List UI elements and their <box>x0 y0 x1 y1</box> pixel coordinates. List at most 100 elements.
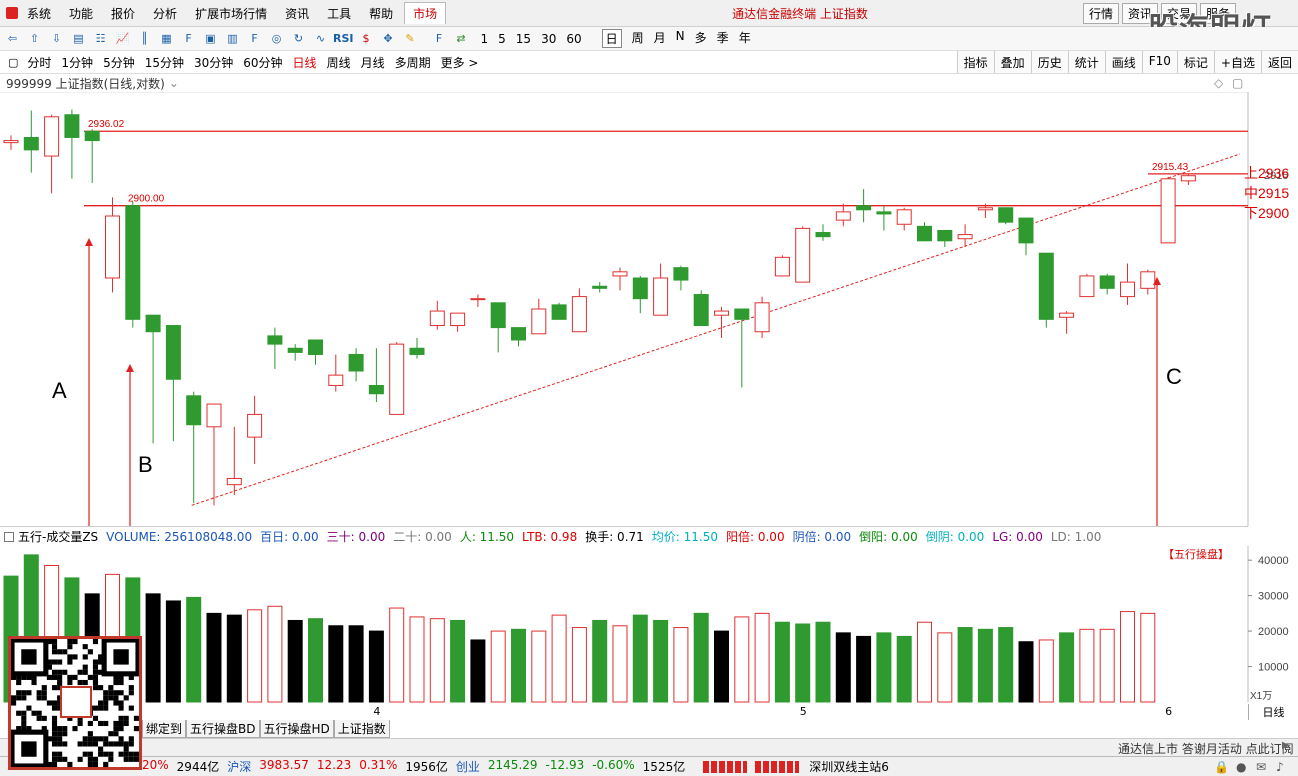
top-right-button[interactable]: 行情 <box>1083 2 1120 24</box>
menu-item[interactable]: 分析 <box>144 5 186 22</box>
move-icon[interactable]: ✥ <box>379 30 398 48</box>
quote-icon[interactable]: ☷ <box>91 30 110 48</box>
menu-item[interactable]: 扩展市场行情 <box>186 5 276 22</box>
ring-icon[interactable]: ◎ <box>267 30 286 48</box>
collapse-icon[interactable] <box>4 531 14 542</box>
line-chart-icon[interactable]: 📈 <box>113 30 132 48</box>
period-tab[interactable]: 多周期 <box>390 54 436 71</box>
pencil-icon[interactable]: ✎ <box>401 30 420 48</box>
period-tab[interactable]: 周线 <box>322 54 356 71</box>
period-minutes-button[interactable]: 5 <box>498 32 506 46</box>
period-tab[interactable]: 5分钟 <box>98 54 140 71</box>
period-button[interactable]: N <box>676 29 685 48</box>
period-button[interactable]: 月 <box>654 29 666 48</box>
period-tab[interactable]: 60分钟 <box>238 54 287 71</box>
frame-icon[interactable]: ▢ <box>1232 76 1243 90</box>
refresh-icon[interactable]: ↻ <box>289 30 308 48</box>
up-arrow-icon[interactable]: ⇧ <box>25 30 44 48</box>
indicator-value: 人: 11.50 <box>459 530 515 544</box>
menu-item[interactable]: 资讯 <box>276 5 318 22</box>
period-minutes-button[interactable]: 1 <box>481 32 489 46</box>
menu-item[interactable]: 工具 <box>318 5 360 22</box>
period-tab[interactable]: 分时 <box>22 54 56 71</box>
down-arrow-icon[interactable]: ⇩ <box>47 30 66 48</box>
period-minutes-button[interactable]: 15 <box>516 32 531 46</box>
volume-bar <box>1079 628 1095 703</box>
bottom-tab[interactable]: 五行操盘HD <box>259 720 334 738</box>
candle-body <box>3 140 19 144</box>
rsi-button[interactable]: RSI <box>333 30 354 48</box>
calc-icon[interactable]: ▥ <box>223 30 242 48</box>
period-button[interactable]: 周 <box>632 29 644 48</box>
kline-icon[interactable]: ║ <box>135 30 154 48</box>
right-tab[interactable]: 返回 <box>1260 51 1298 73</box>
period-minutes-button[interactable]: 60 <box>566 32 581 46</box>
scroll-right-icon[interactable]: ▶ <box>1282 740 1290 751</box>
period-button[interactable]: 年 <box>739 29 751 48</box>
period-minutes-button[interactable]: 30 <box>541 32 556 46</box>
volume-chart[interactable]: 10000 20000 30000 40000 X1万 【五行操盘】 <box>0 546 1298 704</box>
right-tab[interactable]: 叠加 <box>993 51 1031 73</box>
fz-icon[interactable]: F <box>245 30 264 48</box>
mail-icon[interactable]: ✉ <box>1256 760 1266 774</box>
candle-body <box>754 302 770 333</box>
lock-icon[interactable]: 🔒 <box>1214 760 1229 774</box>
volume-bar <box>876 632 892 703</box>
menu-item[interactable]: 帮助 <box>360 5 402 22</box>
f5-icon[interactable]: F <box>430 30 449 48</box>
candle-body <box>490 302 506 329</box>
period-button[interactable]: 日 <box>601 29 622 48</box>
right-tab[interactable]: 指标 <box>956 51 994 73</box>
vol-unit-label: X1万 <box>1250 691 1272 702</box>
menu-item[interactable]: 报价 <box>102 5 144 22</box>
news-ticker[interactable]: 通达信上市 答谢月活动 点此订阅 <box>1118 740 1294 757</box>
f10-icon[interactable]: F <box>179 30 198 48</box>
bottom-tab[interactable]: 绑定到 <box>142 720 187 738</box>
wave-icon[interactable]: ∿ <box>311 30 330 48</box>
candle-body <box>409 347 425 355</box>
window-icon[interactable]: ▣ <box>201 30 220 48</box>
diamond-icon[interactable]: ◇ <box>1214 76 1223 90</box>
status-value: 沪深 <box>227 760 252 774</box>
right-tab[interactable]: 统计 <box>1067 51 1105 73</box>
indicator-value: 倒阴: 0.00 <box>925 530 985 544</box>
period-tab[interactable]: 月线 <box>356 54 390 71</box>
panel-toggle-icon[interactable]: ▢ <box>8 56 18 69</box>
bottom-tab[interactable]: 上证指数 <box>333 720 390 738</box>
bell-icon[interactable]: ♪ <box>1276 760 1284 774</box>
menu-bar: 系统 功能 报价 分析 扩展市场行情 资讯 工具 帮助 市场 通达信金融终端 上证指数 行情资… <box>0 0 1298 47</box>
candle-body <box>1018 217 1034 244</box>
period-tab[interactable]: 30分钟 <box>189 54 238 71</box>
dollar-icon[interactable]: $ <box>357 30 376 48</box>
date-tick-label: 4 <box>373 705 381 718</box>
period-tab[interactable]: 更多 > <box>436 54 484 71</box>
right-tab[interactable]: F10 <box>1141 51 1177 73</box>
tab-market[interactable]: 市场 <box>404 2 447 24</box>
right-tab[interactable]: 历史 <box>1030 51 1068 73</box>
volume-bar <box>470 639 486 703</box>
chevron-down-icon[interactable]: ⌄ <box>169 76 179 90</box>
report-icon[interactable]: ▤ <box>69 30 88 48</box>
right-tab[interactable]: 标记 <box>1176 51 1214 73</box>
menu-item[interactable]: 功能 <box>60 5 102 22</box>
candle-body <box>1079 275 1095 298</box>
status-value: 0.31% <box>359 758 398 772</box>
right-tab[interactable]: +自选 <box>1213 51 1261 73</box>
candle-body <box>1180 175 1196 182</box>
switch-icon[interactable]: ⇄ <box>452 30 471 48</box>
bottom-tab[interactable]: 五行操盘BD <box>186 720 260 738</box>
list-icon[interactable]: ▦ <box>157 30 176 48</box>
status-value: -12.93 <box>545 758 585 772</box>
period-tab[interactable]: 1分钟 <box>56 54 98 71</box>
back-icon[interactable]: ⇦ <box>3 30 22 48</box>
period-button[interactable]: 多 <box>695 29 707 48</box>
price-chart[interactable]: 2936.022900.002915.432915上2936中2915下2900… <box>0 92 1298 526</box>
right-tab[interactable]: 画线 <box>1104 51 1142 73</box>
period-tab[interactable]: 15分钟 <box>140 54 189 71</box>
menu-item[interactable]: 系统 <box>18 5 60 22</box>
user-icon[interactable]: ● <box>1236 760 1246 774</box>
volume-bar <box>368 630 384 703</box>
period-tab[interactable]: 日线 <box>288 54 322 71</box>
candle-body <box>714 310 729 316</box>
period-button[interactable]: 季 <box>717 29 729 48</box>
